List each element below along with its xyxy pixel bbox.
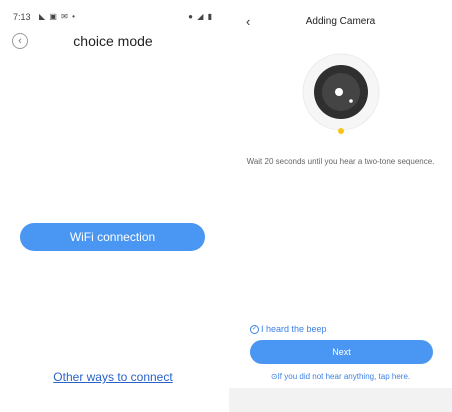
help-icon: ⊙ bbox=[270, 372, 278, 381]
indicator-dot bbox=[338, 128, 344, 134]
heard-beep-label: I heard the beep bbox=[261, 324, 327, 334]
page-title: Adding Camera bbox=[305, 16, 376, 27]
status-bar: 7:13 ◣ ▣ ✉ • ● ◢ ▮ bbox=[13, 12, 213, 24]
next-button[interactable]: Next bbox=[250, 340, 433, 364]
wait-instruction: Wait 20 seconds until you hear a two-ton… bbox=[246, 157, 435, 166]
camera-illustration bbox=[302, 53, 380, 134]
no-sound-help-link[interactable]: ⊙If you did not hear anything, tap here. bbox=[229, 372, 452, 381]
other-ways-to-connect-link[interactable]: Other ways to connect bbox=[0, 370, 226, 384]
camera-led-dot bbox=[349, 99, 353, 103]
adding-camera-screen: ‹ Adding Camera Wait 20 seconds until yo… bbox=[229, 0, 452, 412]
heard-beep-checkbox[interactable]: ✓ I heard the beep bbox=[250, 324, 327, 334]
footer-bar bbox=[229, 388, 452, 412]
notification-icons: ◣ ▣ ✉ • bbox=[39, 12, 76, 21]
camera-lens-icon bbox=[335, 88, 343, 96]
system-status-icons: ● ◢ ▮ bbox=[188, 12, 213, 21]
wifi-connection-button[interactable]: WiFi connection bbox=[20, 223, 205, 251]
status-time: 7:13 bbox=[13, 12, 31, 22]
check-circle-icon: ✓ bbox=[250, 324, 259, 334]
help-text: If you did not hear anything, tap here. bbox=[277, 372, 411, 381]
choice-mode-screen: 7:13 ◣ ▣ ✉ • ● ◢ ▮ ‹ choice mode WiFi co… bbox=[0, 0, 226, 412]
page-title: choice mode bbox=[73, 33, 153, 49]
